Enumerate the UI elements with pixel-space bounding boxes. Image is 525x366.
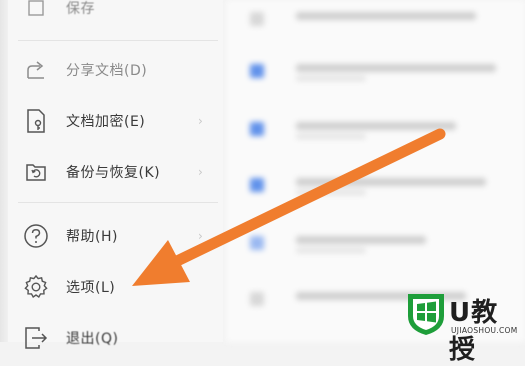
menu-item-label: 文档加密(E) — [66, 114, 146, 130]
menu-item-label: 选项(L) — [66, 280, 116, 296]
menu-item-label: 分享文档(D) — [66, 63, 148, 79]
encrypt-document-icon — [22, 107, 50, 135]
submenu-arrow-icon: › — [198, 114, 203, 128]
gear-icon — [22, 273, 50, 301]
submenu-arrow-icon: › — [198, 165, 203, 179]
menu-item-save[interactable]: 保存 — [8, 0, 223, 28]
share-icon — [22, 56, 50, 84]
watermark-logo: U教授 UJIAOSHOU.COM — [405, 292, 523, 365]
menu-item-label: 退出(Q) — [66, 331, 119, 347]
list-item — [246, 10, 496, 30]
menu-item-label: 帮助(H) — [66, 229, 118, 245]
exit-icon — [22, 324, 50, 352]
shield-logo-icon — [408, 294, 444, 335]
menu-divider — [18, 40, 218, 41]
menu-item-options[interactable]: 选项(L) — [8, 267, 223, 307]
menu-item-encrypt[interactable]: 文档加密(E) › — [8, 101, 223, 141]
save-icon — [22, 0, 50, 22]
submenu-arrow-icon: › — [198, 229, 203, 243]
menu-divider — [18, 202, 218, 203]
menu-item-label: 备份与恢复(K) — [66, 165, 161, 181]
menu-item-share[interactable]: 分享文档(D) — [8, 50, 223, 90]
menu-item-backup-restore[interactable]: 备份与恢复(K) › — [8, 152, 223, 192]
file-menu: 保存 分享文档(D) 文档加密(E) › 备份与恢复(K) › 帮助(H) › … — [8, 0, 223, 349]
menu-item-exit[interactable]: 退出(Q) — [8, 318, 223, 358]
recent-documents-panel — [226, 0, 525, 342]
list-item — [246, 176, 496, 196]
list-item — [246, 62, 496, 82]
menu-item-label: 保存 — [66, 1, 95, 17]
backup-restore-icon — [22, 158, 50, 186]
menu-item-help[interactable]: 帮助(H) › — [8, 216, 223, 256]
list-item — [246, 234, 496, 254]
list-item — [246, 120, 496, 140]
watermark-url: UJIAOSHOU.COM — [451, 326, 518, 335]
help-icon — [22, 222, 50, 250]
